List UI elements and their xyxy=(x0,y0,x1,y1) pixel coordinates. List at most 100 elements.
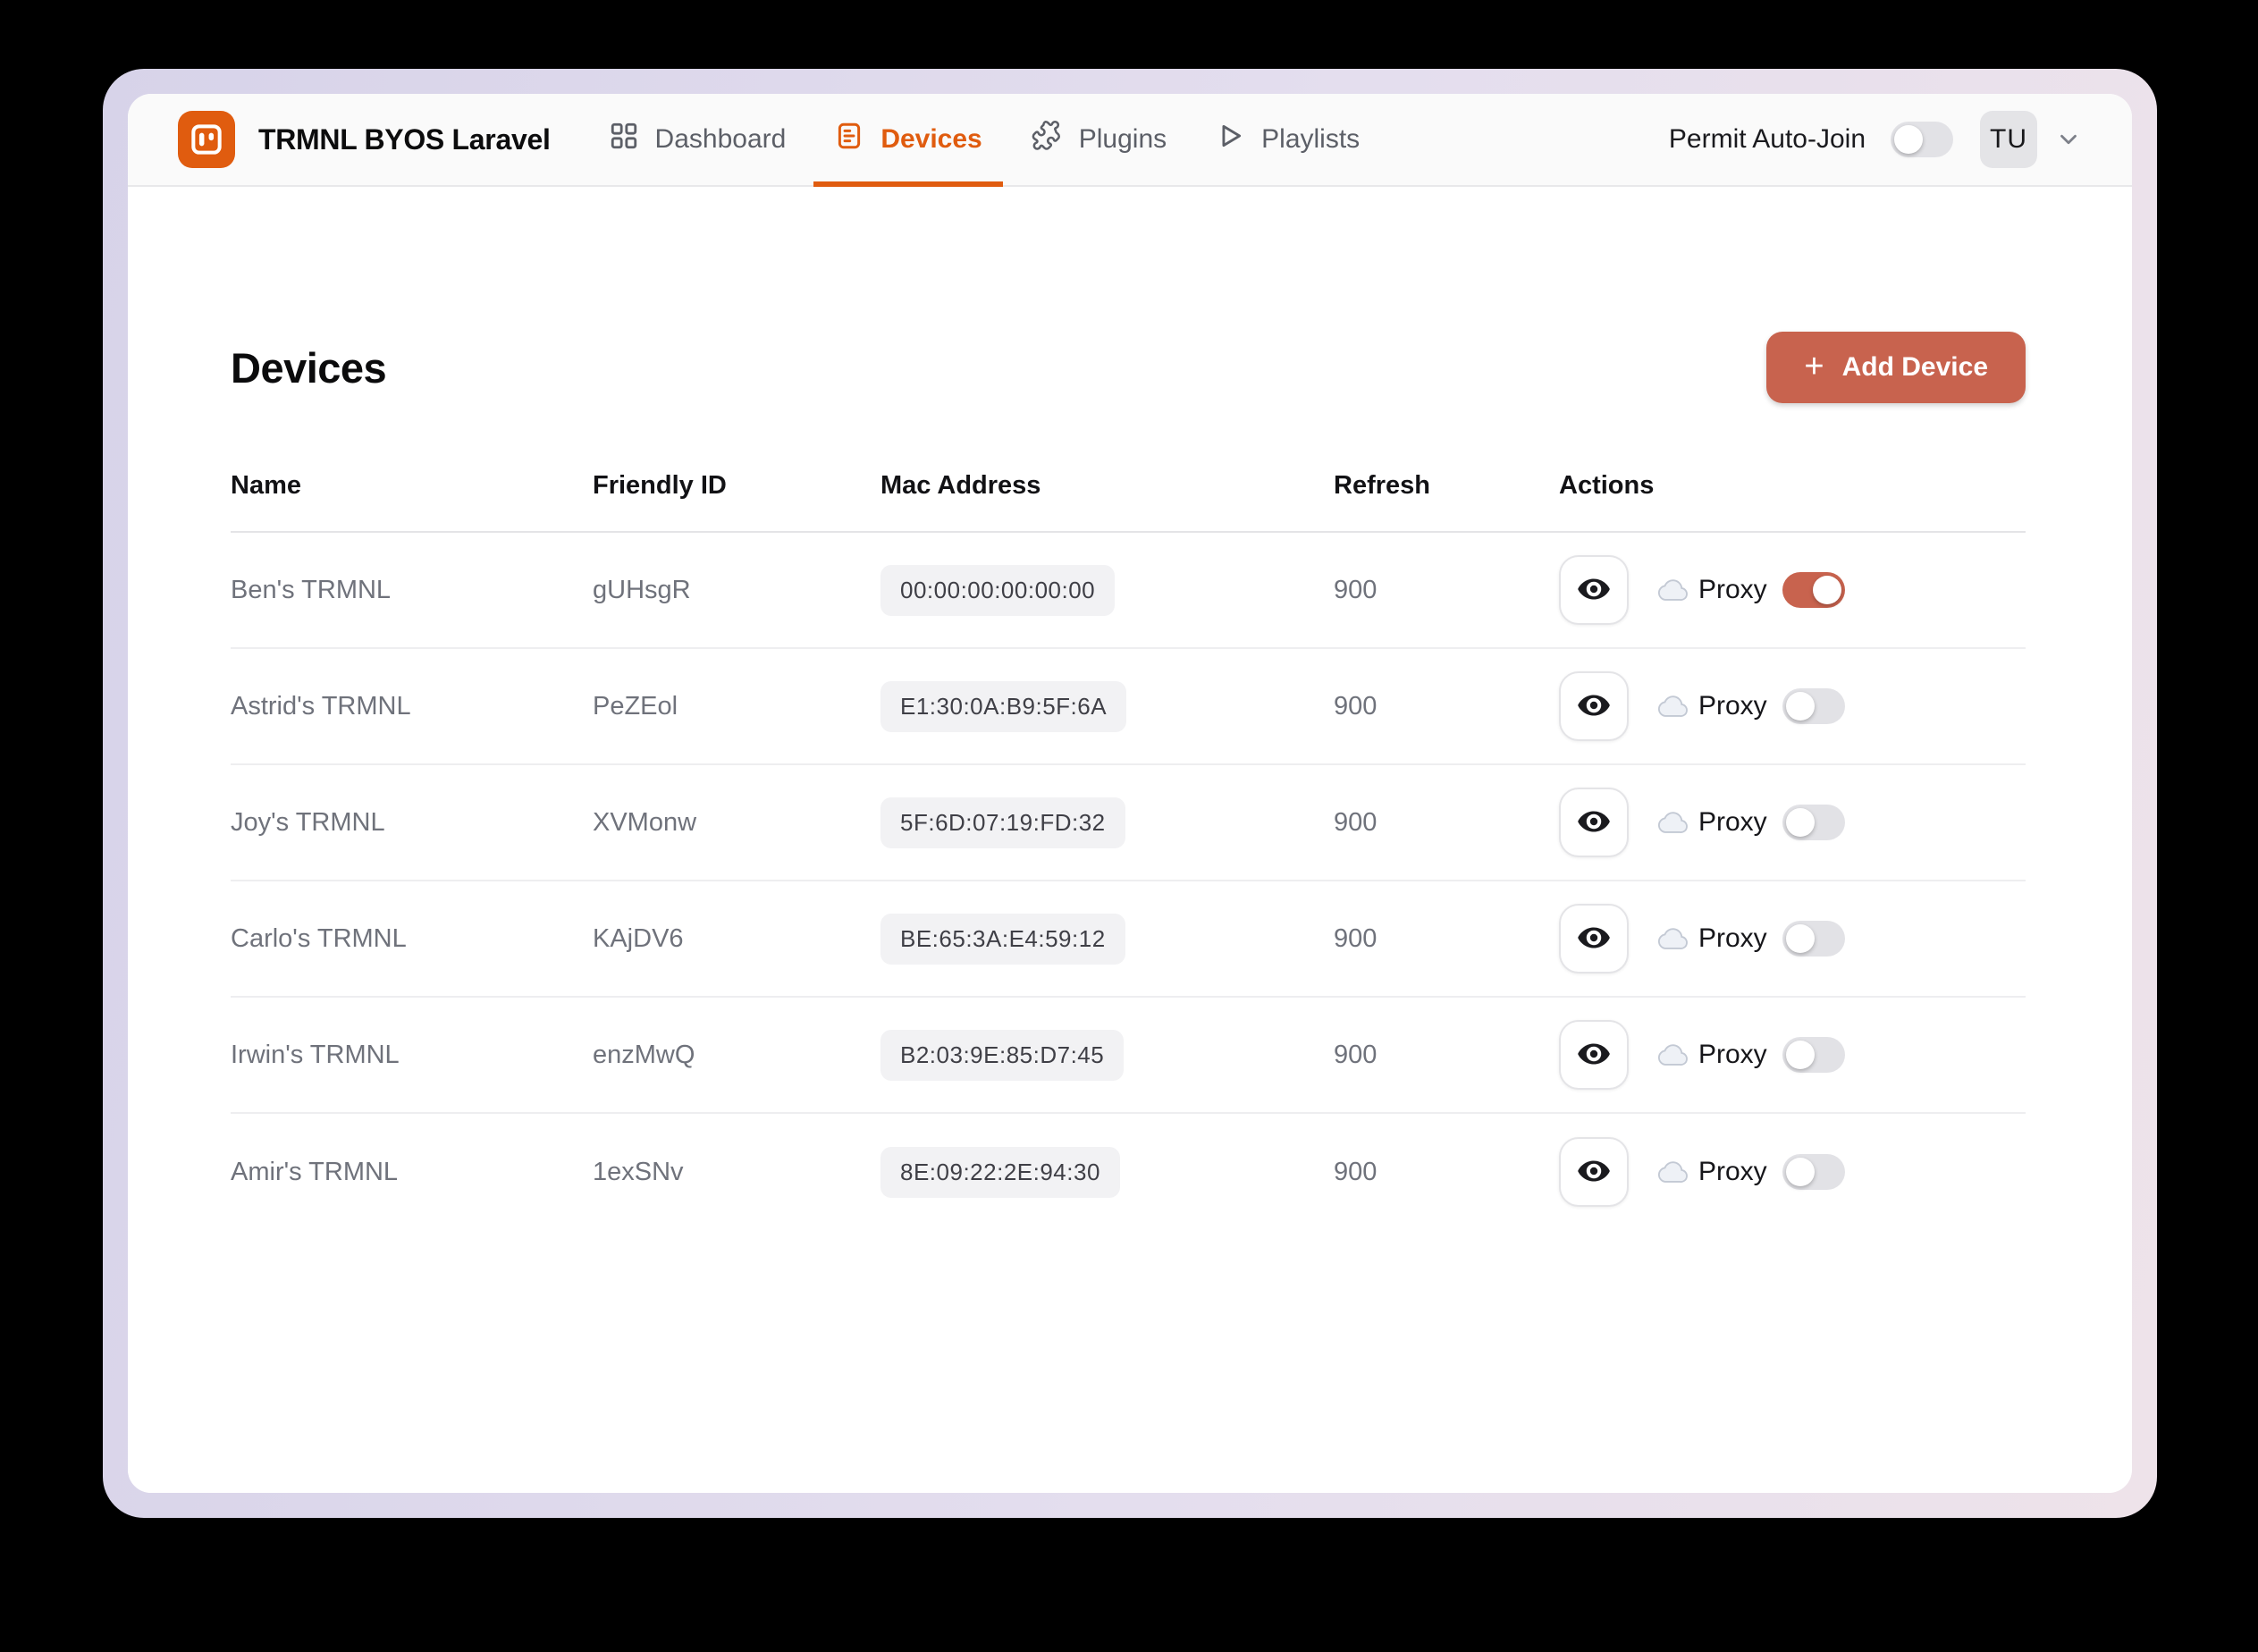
main-content: Devices + Add Device Name Friendly ID Ma… xyxy=(128,187,2132,1493)
device-name: Amir's TRMNL xyxy=(231,1157,399,1186)
table-header-row: Name Friendly ID Mac Address Refresh Act… xyxy=(231,471,2026,533)
device-friendly-id: gUHsgR xyxy=(593,575,691,604)
device-mac: B2:03:9E:85:D7:45 xyxy=(880,1029,1125,1081)
device-actions: Proxy xyxy=(1559,671,2026,741)
cloud-icon xyxy=(1656,578,1689,603)
nav-item-plugins[interactable]: Plugins xyxy=(1007,94,1191,185)
chevron-down-icon[interactable] xyxy=(2055,126,2082,153)
table-row: Astrid's TRMNL PeZEol E1:30:0A:B9:5F:6A … xyxy=(231,649,2026,765)
device-refresh: 900 xyxy=(1334,923,1378,953)
nav-item-label: Dashboard xyxy=(654,124,787,154)
main-nav: Dashboard Devices Plugins Playlists xyxy=(585,94,1385,187)
proxy-toggle[interactable] xyxy=(1782,1037,1845,1073)
toggle-knob xyxy=(1785,1041,1815,1069)
permit-auto-join-label: Permit Auto-Join xyxy=(1668,124,1866,154)
proxy-toggle[interactable] xyxy=(1782,1154,1845,1190)
cloud-icon xyxy=(1656,1043,1689,1067)
table-row: Irwin's TRMNL enzMwQ B2:03:9E:85:D7:45 9… xyxy=(231,998,2026,1114)
nav-item-label: Plugins xyxy=(1078,124,1167,154)
table-row: Joy's TRMNL XVMonw 5F:6D:07:19:FD:32 900 xyxy=(231,765,2026,881)
device-actions: Proxy xyxy=(1559,788,2026,857)
nav-item-label: Devices xyxy=(880,124,982,154)
device-refresh: 900 xyxy=(1334,1040,1378,1069)
proxy-label: Proxy xyxy=(1698,923,1767,953)
page-header: Devices + Add Device xyxy=(231,332,2026,403)
puzzle-icon xyxy=(1031,120,1063,159)
proxy-toggle[interactable] xyxy=(1782,688,1845,724)
device-name: Astrid's TRMNL xyxy=(231,691,411,721)
device-refresh: 900 xyxy=(1334,691,1378,721)
add-device-label: Add Device xyxy=(1841,352,1988,382)
app-window: TRMNL BYOS Laravel Dashboard Devices Plu… xyxy=(103,69,2157,1518)
device-name: Irwin's TRMNL xyxy=(231,1040,400,1069)
proxy-toggle[interactable] xyxy=(1782,921,1845,957)
device-friendly-id: 1exSNv xyxy=(593,1157,684,1186)
view-device-button[interactable] xyxy=(1559,555,1629,625)
proxy-label: Proxy xyxy=(1698,691,1767,721)
device-mac: 8E:09:22:2E:94:30 xyxy=(880,1146,1120,1198)
device-mac: 5F:6D:07:19:FD:32 xyxy=(880,796,1125,848)
navbar: TRMNL BYOS Laravel Dashboard Devices Plu… xyxy=(128,94,2132,187)
view-device-button[interactable] xyxy=(1559,788,1629,857)
page-title: Devices xyxy=(231,343,387,392)
device-name: Joy's TRMNL xyxy=(231,807,385,837)
eye-icon xyxy=(1575,1152,1613,1193)
play-icon xyxy=(1215,121,1245,158)
device-list-icon xyxy=(834,121,864,158)
nav-item-label: Playlists xyxy=(1261,124,1361,154)
proxy-toggle[interactable] xyxy=(1782,805,1845,840)
eye-icon xyxy=(1575,1035,1613,1075)
toggle-knob xyxy=(1785,808,1815,837)
toggle-knob xyxy=(1785,1158,1815,1186)
eye-icon xyxy=(1575,919,1613,959)
cloud-icon xyxy=(1656,811,1689,835)
toggle-knob xyxy=(1785,692,1815,721)
nav-item-playlists[interactable]: Playlists xyxy=(1191,94,1384,185)
col-header-mac-address: Mac Address xyxy=(880,471,1041,500)
navbar-right: Permit Auto-Join TU xyxy=(1669,111,2082,168)
table-body: Ben's TRMNL gUHsgR 00:00:00:00:00:00 900 xyxy=(231,533,2026,1230)
col-header-refresh: Refresh xyxy=(1334,471,1430,500)
user-avatar[interactable]: TU xyxy=(1980,111,2037,168)
device-actions: Proxy xyxy=(1559,1020,2026,1090)
proxy-label: Proxy xyxy=(1698,1157,1767,1186)
proxy-label: Proxy xyxy=(1698,1040,1767,1069)
cloud-icon xyxy=(1656,695,1689,719)
permit-auto-join-toggle[interactable] xyxy=(1891,122,1953,157)
cloud-icon xyxy=(1656,927,1689,951)
table-row: Carlo's TRMNL KAjDV6 BE:65:3A:E4:59:12 9… xyxy=(231,881,2026,998)
nav-item-devices[interactable]: Devices xyxy=(810,94,1006,187)
proxy-toggle[interactable] xyxy=(1782,572,1845,608)
device-refresh: 900 xyxy=(1334,575,1378,604)
device-actions: Proxy xyxy=(1559,555,2026,625)
toggle-knob xyxy=(1894,125,1923,154)
device-name: Ben's TRMNL xyxy=(231,575,392,604)
view-device-button[interactable] xyxy=(1559,1137,1629,1207)
app-logo-icon xyxy=(178,111,235,168)
view-device-button[interactable] xyxy=(1559,671,1629,741)
eye-icon xyxy=(1575,570,1613,611)
device-friendly-id: XVMonw xyxy=(593,807,697,837)
device-friendly-id: enzMwQ xyxy=(593,1040,695,1069)
devices-table: Name Friendly ID Mac Address Refresh Act… xyxy=(231,471,2026,1230)
device-mac: BE:65:3A:E4:59:12 xyxy=(880,913,1125,965)
device-mac: E1:30:0A:B9:5F:6A xyxy=(880,680,1127,732)
add-device-button[interactable]: + Add Device xyxy=(1766,332,2026,403)
proxy-label: Proxy xyxy=(1698,807,1767,837)
view-device-button[interactable] xyxy=(1559,1020,1629,1090)
view-device-button[interactable] xyxy=(1559,904,1629,974)
cloud-icon xyxy=(1656,1160,1689,1184)
toggle-knob xyxy=(1785,924,1815,953)
device-mac: 00:00:00:00:00:00 xyxy=(880,564,1116,616)
device-actions: Proxy xyxy=(1559,1137,2026,1207)
col-header-actions: Actions xyxy=(1559,471,1655,500)
device-actions: Proxy xyxy=(1559,904,2026,974)
col-header-name: Name xyxy=(231,471,301,500)
table-row: Ben's TRMNL gUHsgR 00:00:00:00:00:00 900 xyxy=(231,533,2026,649)
table-row: Amir's TRMNL 1exSNv 8E:09:22:2E:94:30 90… xyxy=(231,1114,2026,1230)
device-friendly-id: KAjDV6 xyxy=(593,923,684,953)
nav-item-dashboard[interactable]: Dashboard xyxy=(585,94,811,185)
app-window-content: TRMNL BYOS Laravel Dashboard Devices Plu… xyxy=(128,94,2132,1493)
device-friendly-id: PeZEol xyxy=(593,691,678,721)
device-name: Carlo's TRMNL xyxy=(231,923,407,953)
